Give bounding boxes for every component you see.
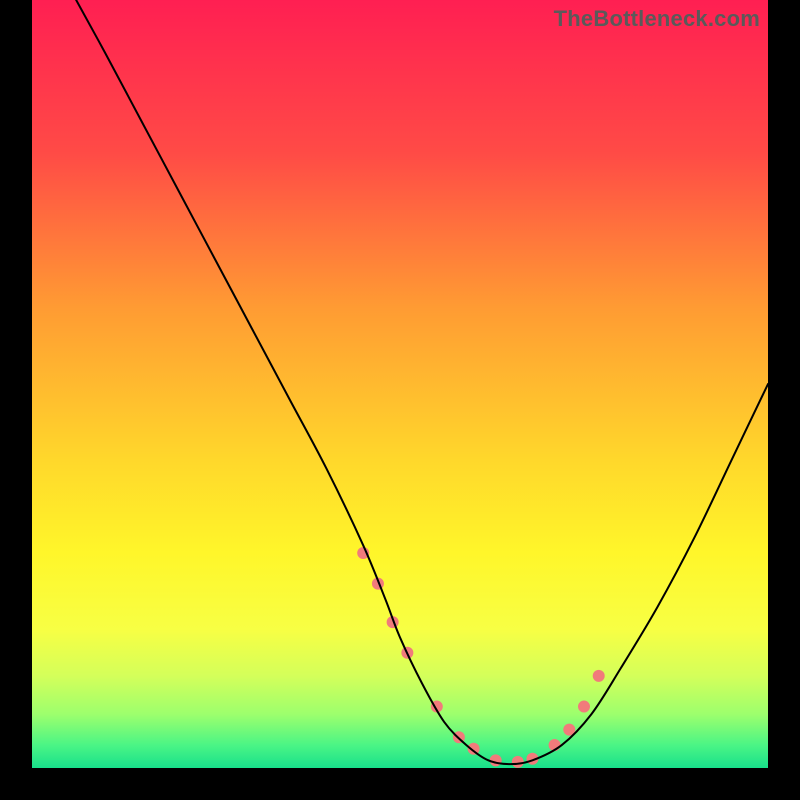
watermark-text: TheBottleneck.com [554,6,760,32]
gradient-background [32,0,768,768]
plot-area [32,0,768,768]
marker-point [512,756,524,768]
marker-point [578,701,590,713]
chart-frame: TheBottleneck.com [0,0,800,800]
plot-svg [32,0,768,768]
marker-point [593,670,605,682]
marker-point [490,754,502,766]
